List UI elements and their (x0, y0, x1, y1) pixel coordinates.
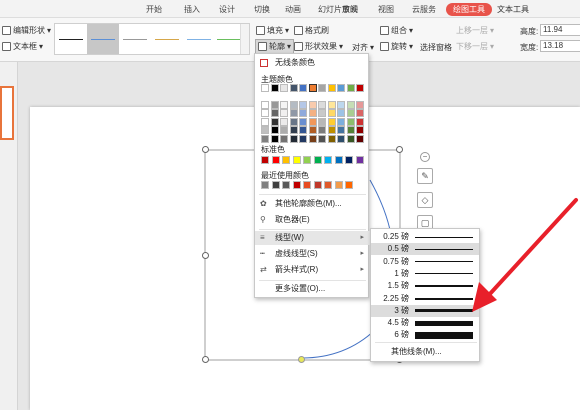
annotation-arrow-shaft (486, 198, 578, 298)
annotation-arrow-head (472, 282, 497, 312)
annotation-arrow (472, 198, 578, 312)
